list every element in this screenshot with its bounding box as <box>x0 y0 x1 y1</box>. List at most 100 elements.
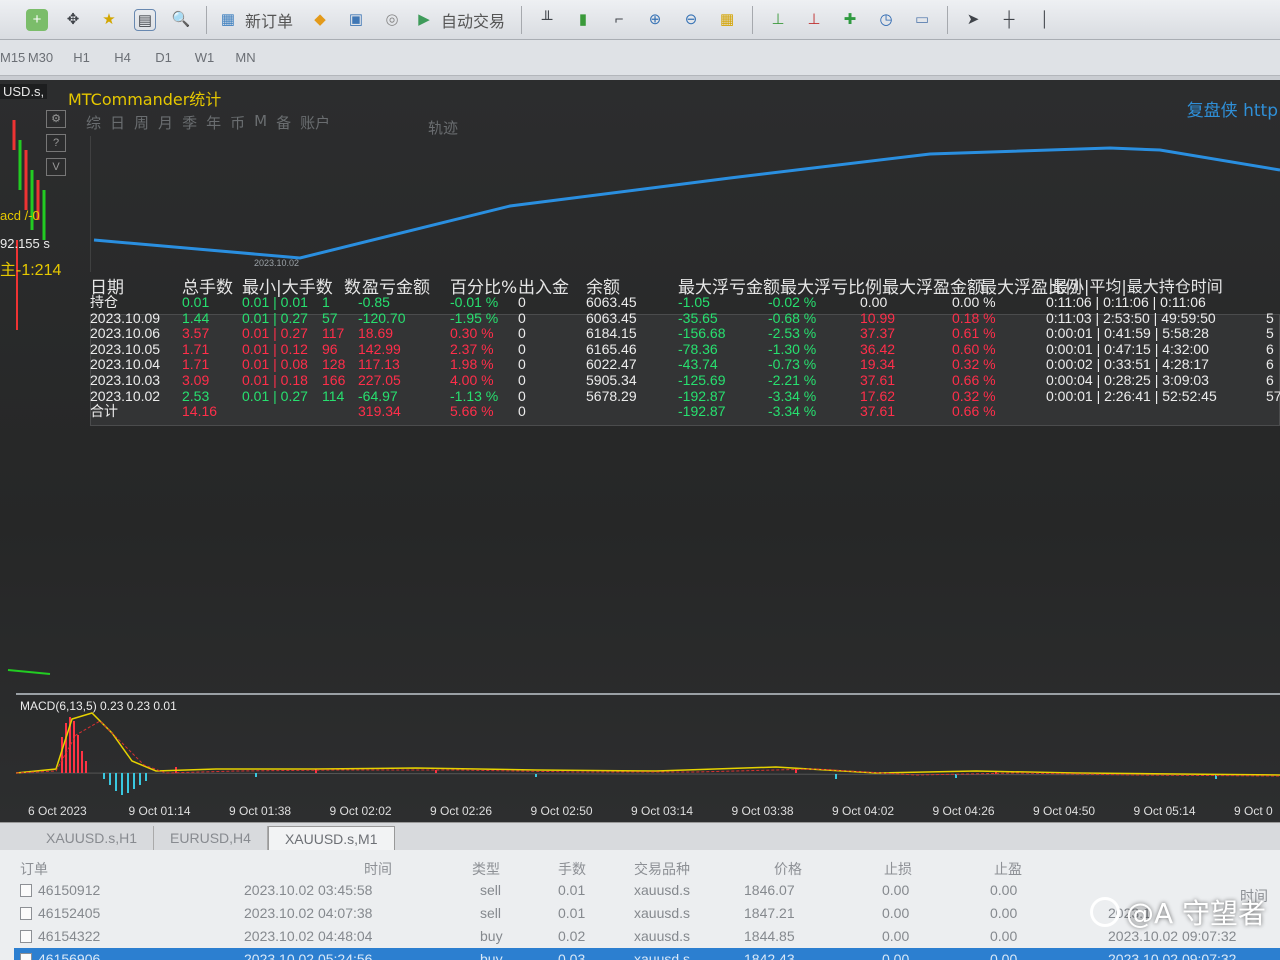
stats-cell-hold: 0:00:01 | 0:47:15 | 4:32:00 <box>1046 340 1209 357</box>
period-m30[interactable]: M30 <box>20 50 61 65</box>
trade-cell-tp: 0.00 <box>990 882 1018 898</box>
favorites-icon[interactable]: ★ <box>94 5 124 35</box>
tab-day[interactable]: 日 <box>110 112 125 133</box>
stats-cell-mflp: -1.30 % <box>768 340 817 357</box>
terminal-icon[interactable]: ▣ <box>341 5 371 35</box>
collapse-icon[interactable]: V <box>46 158 66 176</box>
bar-chart-icon[interactable]: ╨ <box>532 5 562 35</box>
tab-summary[interactable]: 综 <box>86 112 101 133</box>
auto-trading-button[interactable]: ▶ 自动交易 <box>413 5 511 35</box>
stats-cell-date: 2023.10.05 <box>90 340 161 357</box>
trade-table-header: 订单 时间 类型 手数 交易品种 价格 止损 止盈 时间 <box>14 856 1280 904</box>
stats-cell-bal: 5905.34 <box>586 372 637 388</box>
period-h4[interactable]: H4 <box>102 50 143 65</box>
col-sl[interactable]: 止损 <box>884 859 912 879</box>
tab-note[interactable]: 备 <box>276 112 291 133</box>
stats-cell-bal: 6063.45 <box>586 294 637 310</box>
period-m15[interactable]: M15 <box>0 50 25 65</box>
stats-cell-pct: 1.98 % <box>450 356 494 373</box>
navigator-icon[interactable]: ▤ <box>130 5 160 35</box>
crosshair-icon[interactable]: ┼ <box>994 5 1024 35</box>
new-chart-icon[interactable]: + <box>22 5 52 35</box>
stats-cell-count: 96 <box>322 340 338 357</box>
stats-cell-hold: 0:11:06 | 0:11:06 | 0:11:06 <box>1046 294 1206 310</box>
watermark: @A 守望者 <box>1089 892 1266 932</box>
col-order[interactable]: 订单 <box>20 859 48 879</box>
trade-cell-type: buy <box>480 951 503 960</box>
periods-icon[interactable]: ◷ <box>871 5 901 35</box>
tab-month[interactable]: 月 <box>158 112 173 133</box>
stats-cell-mflp: -3.34 % <box>768 403 817 420</box>
equity-curve <box>90 136 1280 272</box>
watermark-text: @A 守望者 <box>1125 897 1266 930</box>
tab-quarter[interactable]: 季 <box>182 112 197 133</box>
market-icon[interactable]: ◎ <box>377 5 407 35</box>
templates-icon[interactable]: ▭ <box>907 5 937 35</box>
trade-cell-time: 2023.10.02 03:45:58 <box>244 882 373 898</box>
crosshair-move-icon[interactable]: ✥ <box>58 5 88 35</box>
trade-row[interactable]: 46156906 2023.10.02 05:24:56 buy 0.03 xauusd… <box>14 948 1280 960</box>
autoscroll-icon[interactable]: ⊥ <box>763 5 793 35</box>
time-tick: 9 Oct 02:02 <box>329 804 392 818</box>
period-h1[interactable]: H1 <box>61 50 102 65</box>
panel-link[interactable]: 复盘侠 http <box>1187 96 1278 121</box>
side-text-1: acd /-0 <box>0 208 40 223</box>
chart-window[interactable]: USD.s, acd /-0 92.155 s 主-1:214 ⚙ ? V MT… <box>0 80 1280 822</box>
chart-shift-icon[interactable]: ⊥ <box>799 5 829 35</box>
stats-cell-lots: 1.44 <box>182 309 210 326</box>
stats-cell-extra: 57 <box>1266 387 1280 404</box>
tab-track[interactable]: 轨迹 <box>428 117 458 138</box>
signal-icon[interactable]: ◆ <box>305 5 335 35</box>
stats-cell-extra: 6 <box>1266 372 1274 388</box>
tab-magic[interactable]: M <box>254 112 267 133</box>
tester-icon[interactable]: 🔍 <box>166 5 196 35</box>
stats-cell-mflp: -3.34 % <box>768 387 817 404</box>
cursor-icon[interactable]: ➤ <box>958 5 988 35</box>
stats-cell-lots: 3.09 <box>182 372 210 388</box>
period-d1[interactable]: D1 <box>143 50 184 65</box>
stats-cell-extra: 6 <box>1266 356 1274 373</box>
stats-cell-minmax: 0.01 | 0.27 <box>242 309 308 326</box>
tab-year[interactable]: 年 <box>206 112 221 133</box>
chart-tab-xauusd-m1[interactable]: XAUUSD.s,M1 <box>267 826 395 850</box>
tab-account[interactable]: 账户 <box>300 112 330 133</box>
stats-cell-date: 2023.10.02 <box>90 387 161 404</box>
trade-cell-symbol: xauusd.s <box>634 951 691 960</box>
stats-cell-mflp: -0.68 % <box>768 309 817 326</box>
indicators-icon[interactable]: ✚ <box>835 5 865 35</box>
stats-cell-bal: 5678.29 <box>586 387 637 404</box>
tab-week[interactable]: 周 <box>134 112 149 133</box>
col-type[interactable]: 类型 <box>472 859 500 879</box>
col-price[interactable]: 价格 <box>774 859 802 879</box>
candle-chart-icon[interactable]: ▮ <box>568 5 598 35</box>
stats-cell-lots: 3.57 <box>182 325 210 342</box>
col-time[interactable]: 时间 <box>364 859 392 879</box>
stats-cell-mfpp: 0.32 % <box>952 387 996 404</box>
tab-currency[interactable]: 币 <box>230 112 245 133</box>
col-lots[interactable]: 手数 <box>558 859 586 879</box>
col-symbol[interactable]: 交易品种 <box>634 859 690 879</box>
stats-cell-lots: 2.53 <box>182 387 210 404</box>
stats-cell-mfp: 19.34 <box>860 356 896 373</box>
col-tp[interactable]: 止盈 <box>994 859 1022 879</box>
stats-cell-mfl: -78.36 <box>678 340 718 357</box>
time-tick: 6 Oct 2023 <box>28 804 87 818</box>
trade-cell-sl: 0.00 <box>882 882 910 898</box>
settings-icon[interactable]: ⚙ <box>46 110 66 128</box>
tile-windows-icon[interactable]: ▦ <box>712 5 742 35</box>
order-document-icon <box>20 884 32 897</box>
period-mn[interactable]: MN <box>225 50 266 65</box>
chart-tab-eurusd-h4[interactable]: EURUSD,H4 <box>154 826 268 850</box>
new-order-button[interactable]: ▦ 新订单 <box>217 5 299 35</box>
order-id: 46156906 <box>38 951 101 960</box>
time-tick: 9 Oct 02:50 <box>530 804 593 818</box>
help-icon[interactable]: ? <box>46 134 66 152</box>
zoom-out-icon[interactable]: ⊖ <box>676 5 706 35</box>
stats-cell-mfp: 36.42 <box>860 340 896 357</box>
line-chart-icon[interactable]: ⌐ <box>604 5 634 35</box>
stats-cell-count: 57 <box>322 309 338 326</box>
zoom-in-icon[interactable]: ⊕ <box>640 5 670 35</box>
vertical-line-icon[interactable]: │ <box>1030 5 1060 35</box>
period-w1[interactable]: W1 <box>184 50 225 65</box>
chart-tab-xauusd-h1[interactable]: XAUUSD.s,H1 <box>30 826 155 850</box>
